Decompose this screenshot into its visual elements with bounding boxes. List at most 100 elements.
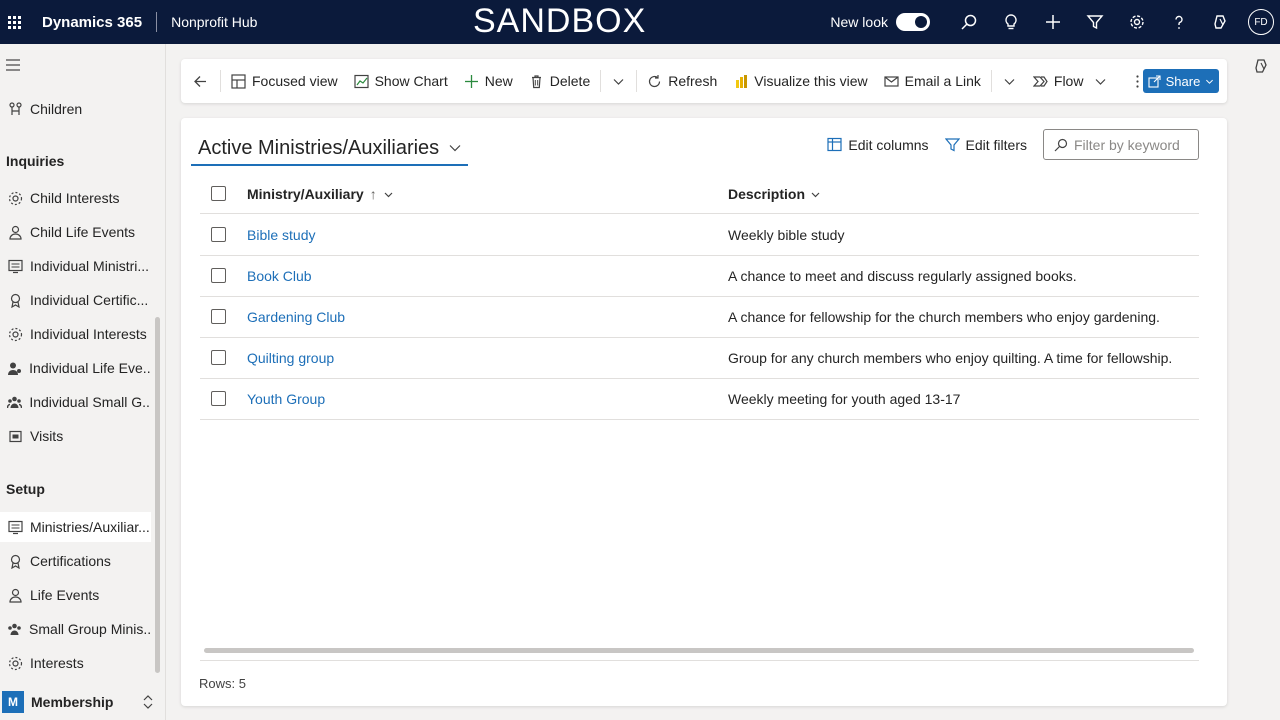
nav-group-inquiries: Inquiries [6,153,65,169]
sidebar-item-label: Interests [30,655,84,671]
sidebar-item-child-life-events[interactable]: Child Life Events [0,217,151,247]
sidebar-item-label: Individual Life Eve... [29,360,151,376]
sidebar-item-child-interests[interactable]: Child Interests [0,183,151,213]
edit-columns-icon [827,137,842,152]
plus-icon [464,74,478,88]
table-row[interactable]: Youth Group Weekly meeting for youth age… [200,379,1199,420]
interests-icon [0,656,30,671]
table-row[interactable]: Quilting group Group for any church memb… [200,338,1199,379]
search-icon[interactable] [948,0,990,44]
sidebar-item-visits[interactable]: Visits [0,421,151,451]
new-look-label: New look [830,14,888,30]
row-checkbox[interactable] [211,268,226,283]
sidebar-item-ministries-auxiliaries[interactable]: Ministries/Auxiliar... [0,512,151,542]
rows-count: Rows: 5 [199,676,246,691]
copilot-icon[interactable] [1200,0,1242,44]
divider [156,12,158,32]
sidebar-item-small-group-ministries[interactable]: Small Group Minis... [0,614,151,644]
sidebar-item-certifications[interactable]: Certifications [0,546,151,576]
record-link[interactable]: Bible study [247,215,315,255]
sidebar-item-label: Individual Certific... [30,292,149,308]
area-switcher[interactable]: M Membership [0,684,166,720]
app-name[interactable]: Dynamics 365 [42,14,142,31]
help-icon[interactable] [1158,0,1200,44]
sidebar-item-individual-life-events[interactable]: Individual Life Eve... [0,353,151,383]
filter-by-keyword-input[interactable]: Filter by keyword [1043,129,1199,160]
column-header-label: Description [728,186,806,202]
certificate-icon [0,554,30,569]
record-link[interactable]: Youth Group [247,379,325,419]
back-arrow-icon [194,75,206,87]
row-checkbox[interactable] [211,350,226,365]
interests-icon [0,327,30,342]
person-icon [0,588,30,603]
group-icon [0,395,29,410]
grid-header: Ministry/Auxiliary ↑ Description [200,174,1199,214]
sidebar-scrollbar[interactable] [155,317,160,673]
email-options-dropdown[interactable] [994,59,1025,103]
flow-button[interactable]: Flow [1025,59,1117,103]
new-button[interactable]: New [456,59,521,103]
row-checkbox[interactable] [211,391,226,406]
sidebar-item-individual-interests[interactable]: Individual Interests [0,319,151,349]
hub-name[interactable]: Nonprofit Hub [171,14,257,30]
divider [636,70,638,92]
filter-icon[interactable] [1074,0,1116,44]
sidebar-item-label: Ministries/Auxiliar... [30,519,150,535]
refresh-button[interactable]: Refresh [639,59,725,103]
more-commands-dropdown[interactable] [603,59,634,103]
table-row[interactable]: Gardening Club A chance for fellowship f… [200,297,1199,338]
share-icon [1148,74,1161,88]
show-chart-button[interactable]: Show Chart [346,59,456,103]
waffle-icon[interactable] [0,0,28,44]
chevron-down-icon [613,78,624,85]
people-tree-icon [0,101,30,117]
view-panel: Active Ministries/Auxiliaries Edit colum… [181,118,1227,706]
sidebar-item-interests[interactable]: Interests [0,648,151,678]
email-link-button[interactable]: Email a Link [876,59,989,103]
sidebar-item-individual-certifications[interactable]: Individual Certific... [0,285,151,315]
row-checkbox[interactable] [211,309,226,324]
focused-view-button[interactable]: Focused view [223,59,346,103]
gear-icon[interactable] [1116,0,1158,44]
nav-group-setup: Setup [6,481,45,497]
top-bar: Dynamics 365 Nonprofit Hub SANDBOX New l… [0,0,1280,44]
column-header-ministry[interactable]: Ministry/Auxiliary ↑ [247,174,393,214]
sidebar-item-label: Visits [30,428,64,444]
chevron-down-icon [384,192,393,198]
lightbulb-icon[interactable] [990,0,1032,44]
edit-filters-label: Edit filters [965,136,1027,153]
back-button[interactable] [181,59,218,103]
horizontal-scrollbar[interactable] [204,648,1194,653]
table-row[interactable]: Bible study Weekly bible study [200,215,1199,256]
share-button[interactable]: Share [1143,69,1219,93]
select-all-checkbox[interactable] [211,186,226,201]
record-link[interactable]: Book Club [247,256,312,296]
column-header-description[interactable]: Description [728,174,820,214]
ministry-icon [0,259,30,274]
edit-columns-button[interactable]: Edit columns [827,137,929,153]
row-checkbox[interactable] [211,227,226,242]
refresh-icon [649,74,661,87]
table-row[interactable]: Book Club A chance to meet and discuss r… [200,256,1199,297]
visualize-view-button[interactable]: Visualize this view [725,59,875,103]
view-selector[interactable]: Active Ministries/Auxiliaries [191,132,469,166]
sidebar-item-label: Certifications [30,553,111,569]
search-icon [1054,138,1068,151]
new-look-toggle[interactable] [896,13,930,31]
powerbi-icon [736,74,748,88]
sidebar-item-life-events[interactable]: Life Events [0,580,151,610]
sidebar-item-individual-small-groups[interactable]: Individual Small G... [0,387,151,417]
show-chart-label: Show Chart [374,73,448,89]
edit-filters-button[interactable]: Edit filters [944,136,1027,153]
sidebar-item-individual-ministries[interactable]: Individual Ministri... [0,251,151,281]
record-link[interactable]: Gardening Club [247,297,345,337]
sidebar-item-children[interactable]: Children [0,94,151,124]
hamburger-menu-icon[interactable] [6,58,20,74]
avatar[interactable]: FD [1248,9,1274,35]
filter-icon [944,138,960,152]
copilot-pane-icon[interactable] [1254,58,1270,77]
plus-icon[interactable] [1032,0,1074,44]
delete-button[interactable]: Delete [521,59,598,103]
record-link[interactable]: Quilting group [247,338,334,378]
